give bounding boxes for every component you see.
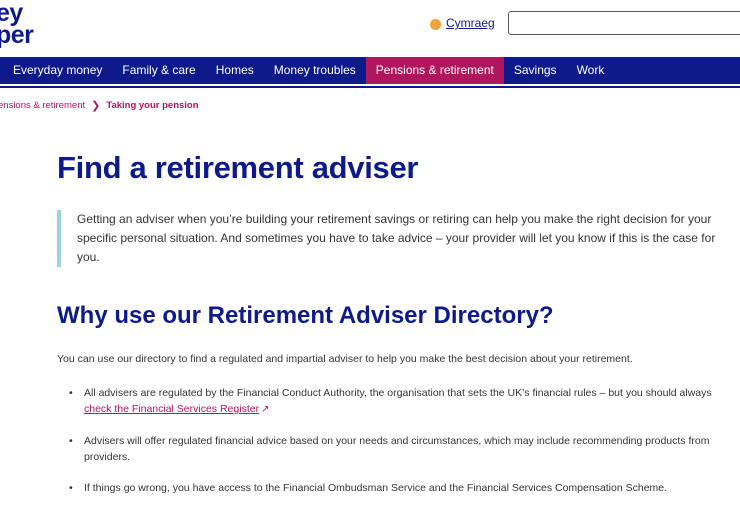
- nav-item-everyday-money[interactable]: Everyday money: [0, 57, 112, 84]
- nav-item-money-troubles[interactable]: Money troubles: [264, 57, 366, 84]
- list-item: If things go wrong, you have access to t…: [57, 480, 727, 496]
- chevron-right-icon: ❯: [91, 100, 101, 112]
- list-item-text: If things go wrong, you have access to t…: [84, 482, 668, 494]
- list-item-text: All advisers are regulated by the Financ…: [84, 387, 712, 399]
- language-link[interactable]: Cymraeg: [446, 16, 495, 30]
- language-dot-icon: [430, 18, 441, 30]
- breadcrumb-parent-link[interactable]: ensions & retirement: [0, 100, 85, 111]
- nav-item-savings[interactable]: Savings: [504, 57, 567, 84]
- list-item: Advisers will offer regulated financial …: [57, 433, 727, 465]
- intro-paragraph: You can use our directory to find a regu…: [57, 353, 633, 365]
- intro-callout: Getting an adviser when you’re building …: [57, 210, 737, 267]
- main-nav: Everyday money Family & care Homes Money…: [0, 57, 740, 86]
- logo-line-2: per: [0, 21, 34, 49]
- financial-services-register-link[interactable]: check the Financial Services Register: [84, 403, 259, 415]
- benefits-list: All advisers are regulated by the Financ…: [57, 385, 727, 511]
- search-input[interactable]: [508, 11, 740, 35]
- breadcrumb: ensions & retirement ❯ Taking your pensi…: [0, 99, 199, 112]
- nav-item-homes[interactable]: Homes: [206, 57, 264, 84]
- page-title: Find a retirement adviser: [57, 150, 419, 185]
- list-item: All advisers are regulated by the Financ…: [57, 385, 727, 418]
- external-link-icon: ↗: [261, 404, 270, 415]
- nav-item-family-care[interactable]: Family & care: [112, 57, 205, 84]
- section-heading: Why use our Retirement Adviser Directory…: [57, 302, 554, 329]
- breadcrumb-current: Taking your pension: [106, 100, 199, 111]
- nav-item-work[interactable]: Work: [567, 57, 615, 84]
- logo[interactable]: ey per: [0, 1, 34, 49]
- list-item-text: Advisers will offer regulated financial …: [84, 435, 710, 463]
- nav-item-pensions-retirement[interactable]: Pensions & retirement: [365, 57, 504, 84]
- language-switcher[interactable]: Cymraeg: [430, 16, 495, 30]
